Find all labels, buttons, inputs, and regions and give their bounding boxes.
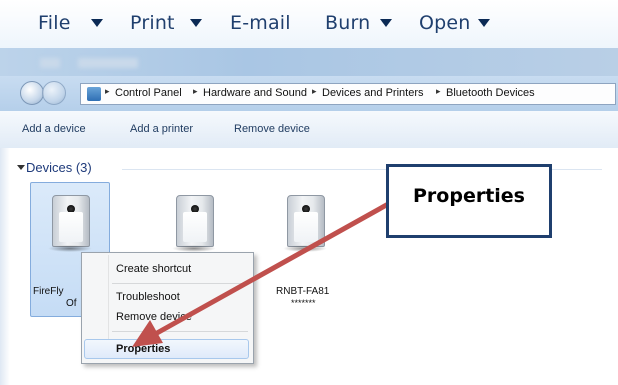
file-dropdown-icon[interactable] xyxy=(91,19,103,27)
breadcrumb-separator-icon[interactable]: ▸ xyxy=(436,87,441,97)
breadcrumb-bluetooth-devices[interactable]: Bluetooth Devices xyxy=(446,87,535,99)
menu-print[interactable]: Print xyxy=(130,12,175,34)
device-label: FireFly xyxy=(33,286,64,297)
blurred-title xyxy=(78,58,138,68)
breadcrumb-control-panel[interactable]: Control Panel xyxy=(115,87,182,99)
forward-button[interactable] xyxy=(42,81,66,105)
bluetooth-device-icon[interactable] xyxy=(283,195,327,252)
device-label-line2: ******* xyxy=(291,298,316,308)
breadcrumb-devices-and-printers[interactable]: Devices and Printers xyxy=(322,87,424,99)
context-menu: Create shortcut Troubleshoot Remove devi… xyxy=(81,252,254,364)
window-title-bar xyxy=(0,48,618,76)
top-menu-bar: File Print E-mail Burn Open xyxy=(0,0,618,48)
menu-separator xyxy=(112,283,248,284)
add-device-button[interactable]: Add a device xyxy=(22,123,86,135)
bluetooth-device-icon xyxy=(48,195,92,252)
breadcrumb-separator-icon[interactable]: ▸ xyxy=(193,87,198,97)
device-label-rnbt-fa81[interactable]: RNBT-FA81 xyxy=(276,286,329,297)
menu-item-remove-device[interactable]: Remove device xyxy=(116,311,192,323)
device-label-line2: Of xyxy=(66,298,77,309)
blurred-icon xyxy=(40,58,60,68)
add-printer-button[interactable]: Add a printer xyxy=(130,123,193,135)
menu-open[interactable]: Open xyxy=(419,12,471,34)
menu-email[interactable]: E-mail xyxy=(230,12,291,34)
menu-separator xyxy=(112,331,248,332)
callout-text: Properties xyxy=(413,185,525,207)
back-button[interactable] xyxy=(20,81,44,105)
address-bar[interactable]: ▸ Control Panel ▸ Hardware and Sound ▸ D… xyxy=(80,83,616,105)
menu-burn[interactable]: Burn xyxy=(325,12,370,34)
burn-dropdown-icon[interactable] xyxy=(380,19,392,27)
remove-device-button[interactable]: Remove device xyxy=(234,123,310,135)
menu-item-properties[interactable]: Properties xyxy=(116,343,170,355)
breadcrumb-separator-icon[interactable]: ▸ xyxy=(105,87,110,97)
menu-item-create-shortcut[interactable]: Create shortcut xyxy=(116,263,191,275)
breadcrumb-hardware-and-sound[interactable]: Hardware and Sound xyxy=(203,87,307,99)
address-row: ▸ Control Panel ▸ Hardware and Sound ▸ D… xyxy=(0,76,618,111)
control-panel-icon xyxy=(87,87,101,101)
breadcrumb-separator-icon[interactable]: ▸ xyxy=(312,87,317,97)
callout-box: Properties xyxy=(386,164,552,238)
menu-item-troubleshoot[interactable]: Troubleshoot xyxy=(116,291,180,303)
open-dropdown-icon[interactable] xyxy=(478,19,490,27)
collapse-arrow-icon[interactable] xyxy=(17,165,25,170)
command-bar: Add a device Add a printer Remove device xyxy=(0,111,618,149)
devices-group-header[interactable]: Devices (3) xyxy=(26,160,92,175)
navigation-pane-edge xyxy=(0,148,10,385)
menu-file[interactable]: File xyxy=(38,12,71,34)
print-dropdown-icon[interactable] xyxy=(190,19,202,27)
bluetooth-device-icon[interactable] xyxy=(172,195,216,252)
